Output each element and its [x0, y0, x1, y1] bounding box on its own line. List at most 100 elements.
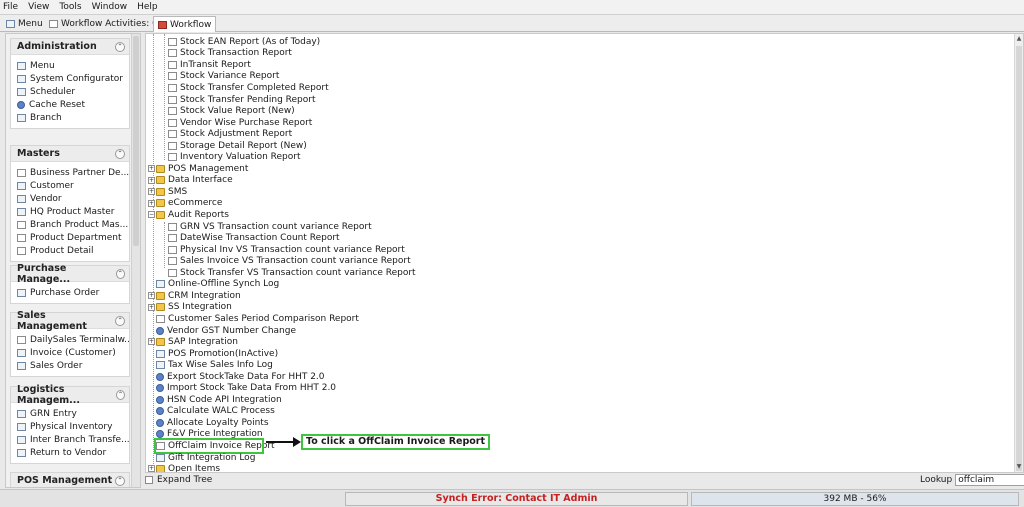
tree-item[interactable]: Physical Inv VS Transaction count varian… [168, 244, 405, 256]
sidebar-item[interactable]: DailySales Terminalw... [11, 333, 129, 346]
tree-item[interactable]: Sales Invoice VS Transaction count varia… [168, 255, 411, 267]
tree-item[interactable]: Online-Offline Synch Log [156, 279, 279, 291]
tree-item[interactable]: Stock Transfer Pending Report [168, 94, 316, 106]
tree-item[interactable]: InTransit Report [168, 59, 251, 71]
sidebar-section-3: Sales Management ⌃ DailySales Terminalw...… [10, 310, 130, 377]
tree-item[interactable]: Vendor GST Number Change [156, 325, 296, 337]
status-error[interactable]: Synch Error: Contact IT Admin [345, 492, 688, 506]
tree-item[interactable]: Tax Wise Sales Info Log [156, 359, 273, 371]
expand-node-icon[interactable]: + [148, 199, 155, 207]
sidebar-item[interactable]: System Configurator [11, 72, 129, 85]
expand-node-icon[interactable]: + [148, 303, 155, 311]
tree-item[interactable]: GRN VS Transaction count variance Report [168, 221, 372, 233]
sidebar-item[interactable]: Purchase Order [11, 286, 129, 299]
sidebar-item[interactable]: Product Detail [11, 244, 129, 257]
collapse-icon[interactable]: ⌃ [115, 268, 125, 279]
tree-item-label: HSN Code API Integration [167, 394, 282, 405]
tree-item[interactable]: Stock Variance Report [168, 71, 279, 83]
tree-folder[interactable]: eCommerce [156, 198, 222, 210]
menu-help[interactable]: Help [137, 2, 158, 12]
sidebar-item[interactable]: Branch Product Mas... [11, 218, 129, 231]
sidebar-item[interactable]: Cache Reset [11, 98, 129, 111]
expand-node-icon[interactable]: + [148, 465, 155, 472]
tab-menu[interactable]: Menu [2, 16, 47, 32]
sidebar-item[interactable]: Branch [11, 111, 129, 124]
sidebar-item[interactable]: Product Department [11, 231, 129, 244]
menu-file[interactable]: File [3, 2, 18, 12]
sidebar-item[interactable]: Scheduler [11, 85, 129, 98]
sidebar-panel: Administration ⌃ Menu System Configurator Sc… [5, 33, 141, 488]
tab-workflow[interactable]: Workflow [153, 16, 217, 32]
sidebar-section-header[interactable]: Logistics Managem... ⌃ [11, 384, 129, 406]
sidebar-section-header[interactable]: Masters ⌃ [11, 146, 129, 162]
tree-folder[interactable]: Data Interface [156, 175, 233, 187]
tree-item[interactable]: Gift Integration Log [156, 452, 255, 464]
scroll-down-icon[interactable]: ▼ [1016, 463, 1022, 471]
lookup-input[interactable]: offclaim [955, 474, 1024, 486]
tree-folder[interactable]: SS Integration [156, 302, 232, 314]
tab-workflow-activities[interactable]: Workflow Activities: 0 [45, 16, 162, 32]
scroll-up-icon[interactable]: ▲ [1016, 35, 1022, 43]
tree-item[interactable]: Customer Sales Period Comparison Report [156, 313, 359, 325]
sidebar-item[interactable]: Return to Vendor [11, 446, 129, 459]
tree-item[interactable]: Export StockTake Data For HHT 2.0 [156, 371, 325, 383]
sidebar-item[interactable]: Business Partner De... [11, 166, 129, 179]
tree-item[interactable]: Stock Transfer VS Transaction count vari… [168, 267, 416, 279]
tree-folder[interactable]: POS Management [156, 163, 248, 175]
tree-item[interactable]: Stock EAN Report (As of Today) [168, 36, 320, 48]
sidebar-section-header[interactable]: Sales Management ⌃ [11, 310, 129, 332]
tree-folder[interactable]: SAP Integration [156, 336, 238, 348]
tree-item[interactable]: Stock Value Report (New) [168, 105, 295, 117]
sidebar-section-header[interactable]: Administration ⌃ [11, 39, 129, 55]
sidebar-item[interactable]: Invoice (Customer) [11, 346, 129, 359]
menu-view[interactable]: View [28, 2, 49, 12]
expand-node-icon[interactable]: + [148, 165, 155, 173]
tree-item[interactable]: Calculate WALC Process [156, 406, 275, 418]
collapse-icon[interactable]: ⌃ [115, 148, 125, 159]
report-icon [168, 234, 177, 243]
collapse-icon[interactable]: ⌃ [116, 389, 125, 400]
sidebar-item[interactable]: Sales Order [11, 359, 129, 372]
tree-folder[interactable]: SMS [156, 186, 187, 198]
menu-window[interactable]: Window [92, 2, 128, 12]
folder-icon [156, 199, 165, 208]
tree-item[interactable]: Vendor Wise Purchase Report [168, 117, 312, 129]
expand-tree-checkbox[interactable] [145, 476, 153, 484]
sidebar-item[interactable]: Menu [11, 59, 129, 72]
sidebar-scroll-thumb[interactable] [133, 36, 139, 246]
sidebar-section-header[interactable]: POS Management ⌃ [11, 473, 129, 487]
tree-item[interactable]: Inventory Valuation Report [168, 152, 300, 164]
sidebar-section-header[interactable]: Purchase Manage... ⌃ [11, 263, 129, 285]
expand-node-icon[interactable]: + [148, 176, 155, 184]
tree-item[interactable]: Allocate Loyalty Points [156, 417, 269, 429]
menu-tools[interactable]: Tools [59, 2, 81, 12]
tree-folder[interactable]: CRM Integration [156, 290, 241, 302]
expand-node-icon[interactable]: + [148, 188, 155, 196]
sidebar-item[interactable]: HQ Product Master [11, 205, 129, 218]
expand-node-icon[interactable]: + [148, 338, 155, 346]
tree-item[interactable]: HSN Code API Integration [156, 394, 282, 406]
expand-node-icon[interactable]: + [148, 292, 155, 300]
sidebar-item[interactable]: GRN Entry [11, 407, 129, 420]
tree-item[interactable]: Stock Transfer Completed Report [168, 82, 329, 94]
tree-item[interactable]: Stock Transaction Report [168, 48, 292, 60]
collapse-icon[interactable]: ⌃ [115, 475, 125, 486]
sidebar-scrollbar[interactable] [131, 34, 140, 487]
sidebar-item[interactable]: Physical Inventory [11, 420, 129, 433]
tree-item[interactable]: POS Promotion(InActive) [156, 348, 278, 360]
tree-item[interactable]: DateWise Transaction Count Report [168, 232, 340, 244]
sidebar-item[interactable]: Inter Branch Transfe... [11, 433, 129, 446]
tree-item[interactable]: Import Stock Take Data From HHT 2.0 [156, 383, 336, 395]
tree-scroll-thumb[interactable] [1016, 46, 1022, 471]
expand-tree-toggle[interactable]: Expand Tree [145, 474, 212, 486]
collapse-node-icon[interactable]: − [148, 211, 155, 219]
tree-folder[interactable]: Audit Reports [156, 209, 229, 221]
tree-item[interactable]: Storage Detail Report (New) [168, 140, 307, 152]
sidebar-item[interactable]: Vendor [11, 192, 129, 205]
tree-scrollbar[interactable]: ▲ ▼ [1014, 34, 1023, 472]
tree-folder[interactable]: Open Items [156, 463, 220, 472]
collapse-icon[interactable]: ⌃ [115, 41, 125, 52]
collapse-icon[interactable]: ⌃ [115, 315, 125, 326]
sidebar-item[interactable]: Customer [11, 179, 129, 192]
tree-item[interactable]: Stock Adjustment Report [168, 128, 292, 140]
